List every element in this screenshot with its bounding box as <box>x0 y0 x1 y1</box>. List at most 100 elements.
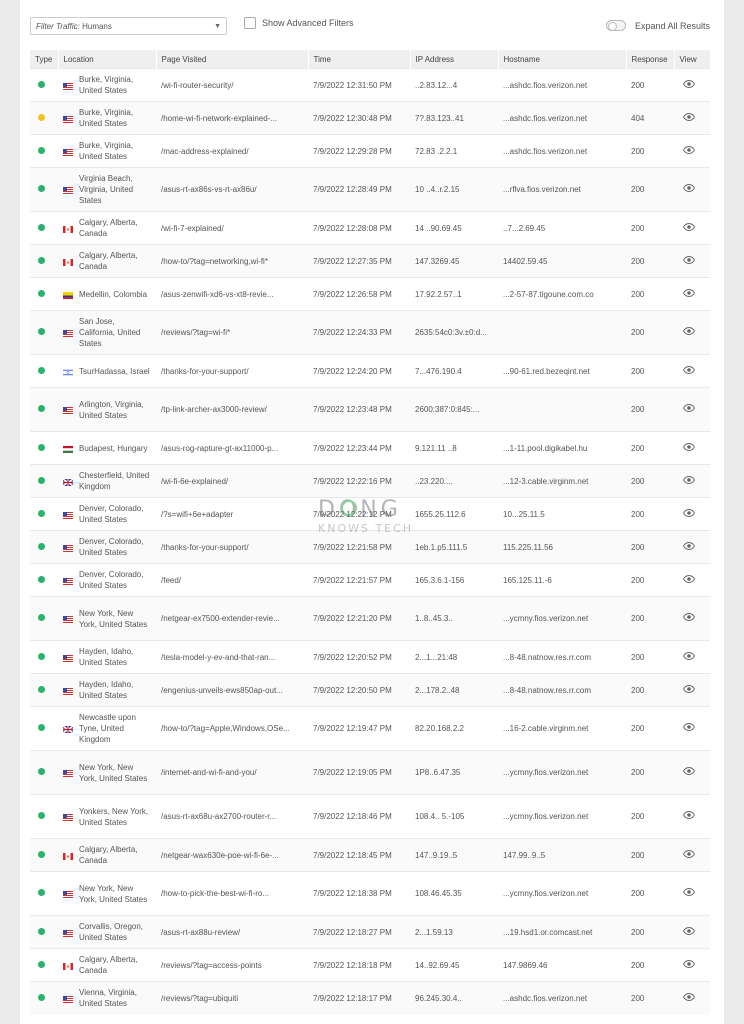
table-row[interactable]: Calgary, Alberta, Canada/netgear-wax630e… <box>30 838 710 872</box>
view-cell[interactable] <box>674 673 710 707</box>
eye-icon[interactable] <box>683 541 695 550</box>
col-page[interactable]: Page Visited <box>155 50 308 69</box>
eye-icon[interactable] <box>683 365 695 374</box>
view-cell[interactable] <box>674 871 710 916</box>
table-row[interactable]: Corvallis, Oregon, United States/asus-rt… <box>30 915 710 949</box>
eye-icon[interactable] <box>683 288 695 297</box>
eye-icon[interactable] <box>683 327 695 335</box>
page-link[interactable]: /home-wi-fi-network-explained-... <box>161 114 277 123</box>
view-cell[interactable] <box>674 101 710 135</box>
page-link[interactable]: /netgear-ex7500-extender-revie... <box>161 614 280 623</box>
page-cell[interactable]: /asus-rt-ax88u-review/ <box>156 915 308 949</box>
page-cell[interactable]: /feed/ <box>156 563 308 597</box>
page-link[interactable]: /internet-and-wi-fi-and-you/ <box>161 768 257 777</box>
view-cell[interactable] <box>674 431 710 465</box>
page-link[interactable]: /how-to/?tag=Apple,Windows,OSe... <box>161 724 290 733</box>
eye-icon[interactable] <box>683 849 695 858</box>
col-type[interactable]: Type <box>30 50 58 69</box>
page-cell[interactable]: /wi-fi-7-explained/ <box>156 211 308 245</box>
table-row[interactable]: Yonkers, New York, United States/asus-rt… <box>30 794 710 839</box>
page-link[interactable]: /reviews/?tag=ubiquiti <box>161 994 238 1003</box>
table-row[interactable]: Calgary, Alberta, Canada/reviews/?tag=ac… <box>30 948 710 982</box>
table-row[interactable]: San Jose, California, United States/revi… <box>30 310 710 355</box>
page-link[interactable]: /wi-fi-7-explained/ <box>161 224 224 233</box>
view-cell[interactable] <box>674 464 710 498</box>
eye-icon[interactable] <box>683 79 695 88</box>
eye-icon[interactable] <box>683 184 695 192</box>
filter-traffic-select[interactable]: Filter Traffic: Humans ▼ <box>30 17 227 35</box>
col-hostname[interactable]: Hostname <box>497 50 626 69</box>
table-row[interactable]: Vienna, Virginia, United States/reviews/… <box>30 981 710 1015</box>
view-cell[interactable] <box>674 915 710 949</box>
eye-icon[interactable] <box>683 959 695 968</box>
page-link[interactable]: /wi-fi-router-security/ <box>161 81 233 90</box>
view-cell[interactable] <box>674 68 710 102</box>
page-link[interactable]: /mac-address-explained/ <box>161 147 249 156</box>
eye-icon[interactable] <box>683 145 695 154</box>
col-location[interactable]: Location <box>57 50 156 69</box>
page-link[interactable]: /netgear-wax630e-poe-wi-fi-6e-... <box>161 851 279 860</box>
view-cell[interactable] <box>674 211 710 245</box>
table-row[interactable]: New York, New York, United States/how-to… <box>30 871 710 916</box>
eye-icon[interactable] <box>683 992 695 1001</box>
table-row[interactable]: Denver, Colorado, United States/thanks-f… <box>30 530 710 564</box>
eye-icon[interactable] <box>683 723 695 731</box>
table-row[interactable]: New York, New York, United States/intern… <box>30 750 710 795</box>
view-cell[interactable] <box>674 277 710 311</box>
page-cell[interactable]: /wi-fi-router-security/ <box>156 68 308 102</box>
view-cell[interactable] <box>674 640 710 674</box>
view-cell[interactable] <box>674 838 710 872</box>
view-cell[interactable] <box>674 750 710 795</box>
page-link[interactable]: /reviews/?tag=wi-fi* <box>161 328 230 337</box>
view-cell[interactable] <box>674 563 710 597</box>
view-cell[interactable] <box>674 244 710 278</box>
page-cell[interactable]: /how-to/?tag=networking,wi-fi* <box>156 244 308 278</box>
page-cell[interactable]: /how-to-pick-the-best-wi-fi-ro... <box>156 871 308 916</box>
view-cell[interactable] <box>674 706 710 751</box>
table-row[interactable]: Calgary, Alberta, Canada/how-to/?tag=net… <box>30 244 710 278</box>
expand-all-toggle[interactable]: Expand All Results <box>605 20 710 31</box>
page-link[interactable]: /asus-rt-ax68u-ax2700-router-r... <box>161 812 276 821</box>
view-cell[interactable] <box>674 497 710 531</box>
page-cell[interactable]: /netgear-wax630e-poe-wi-fi-6e-... <box>156 838 308 872</box>
page-cell[interactable]: /how-to/?tag=Apple,Windows,OSe... <box>156 706 308 751</box>
table-row[interactable]: Virginia Beach, Virginia, United States /… <box>30 167 710 212</box>
advanced-filters-checkbox[interactable] <box>244 17 256 29</box>
page-cell[interactable]: /reviews/?tag=access-points <box>156 948 308 982</box>
eye-icon[interactable] <box>683 574 695 583</box>
table-row[interactable]: Burke, Virginia, United States/home-wi-f… <box>30 101 710 135</box>
page-cell[interactable]: /reviews/?tag=wi-fi* <box>156 310 308 355</box>
view-cell[interactable] <box>674 310 710 355</box>
table-row[interactable]: Burke, Virginia, United States/mac-addre… <box>30 134 710 168</box>
page-cell[interactable]: /reviews/?tag=ubiquiti <box>156 981 308 1015</box>
eye-icon[interactable] <box>683 222 695 231</box>
page-link[interactable]: /thanks-for-your-support/ <box>161 367 249 376</box>
eye-icon[interactable] <box>683 684 695 693</box>
page-link[interactable]: /tesla-model-y-ev-and-that-ran... <box>161 653 275 662</box>
table-row[interactable]: Medellin, Colombia/asus-zenwifi-xd6-vs-x… <box>30 277 710 311</box>
view-cell[interactable] <box>674 167 710 212</box>
page-cell[interactable]: /?s=wifi+6e+adapter <box>156 497 308 531</box>
table-row[interactable]: Hayden, Idaho, United States/tesla-model… <box>30 640 710 674</box>
advanced-filters-toggle[interactable]: Show Advanced Filters <box>244 17 354 29</box>
page-cell[interactable]: /thanks-for-your-support/ <box>156 530 308 564</box>
view-cell[interactable] <box>674 134 710 168</box>
page-link[interactable]: /asus-rt-ax88u-review/ <box>161 928 240 937</box>
page-cell[interactable]: /engenius-unveils-ews850ap-out... <box>156 673 308 707</box>
eye-icon[interactable] <box>683 404 695 412</box>
page-link[interactable]: /asus-rog-rapture-gt-ax11000-p... <box>161 444 278 453</box>
table-row[interactable]: Burke, Virginia, United States/wi-fi-rou… <box>30 68 710 102</box>
table-row[interactable]: Calgary, Alberta, Canada/wi-fi-7-explain… <box>30 211 710 245</box>
table-row[interactable]: Denver, Colorado, United States /?s=wifi+… <box>30 497 710 531</box>
table-row[interactable]: TsurHadassa, Israel/thanks-for-your-supp… <box>30 354 710 388</box>
page-link[interactable]: /reviews/?tag=access-points <box>161 961 262 970</box>
view-cell[interactable] <box>674 387 710 432</box>
col-response[interactable]: Response <box>625 50 674 69</box>
eye-icon[interactable] <box>683 508 695 517</box>
table-row[interactable]: New York, New York, United States/netgea… <box>30 596 710 641</box>
eye-icon[interactable] <box>683 255 695 264</box>
page-link[interactable]: /how-to-pick-the-best-wi-fi-ro... <box>161 889 269 898</box>
view-cell[interactable] <box>674 530 710 564</box>
view-cell[interactable] <box>674 354 710 388</box>
eye-icon[interactable] <box>683 811 695 819</box>
